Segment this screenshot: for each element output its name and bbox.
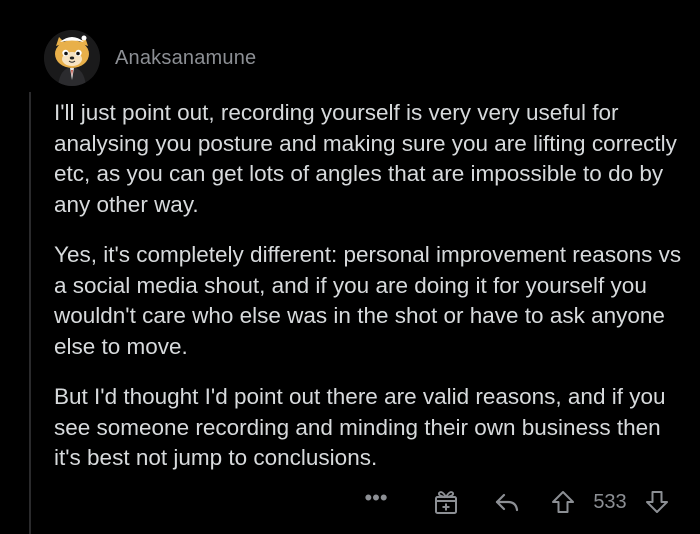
vote-score-value: 533: [593, 490, 627, 513]
vote-score: 533: [586, 486, 634, 518]
comment-paragraph: But I'd thought I'd point out there are …: [54, 384, 666, 470]
comment-header: Anaksanamune: [44, 26, 256, 90]
reply-button[interactable]: [492, 486, 522, 518]
comment-paragraph: Yes, it's completely different: personal…: [54, 242, 682, 359]
upvote-arrow-icon: [552, 491, 574, 513]
comment-body: I'll just point out, recording yourself …: [54, 98, 684, 494]
downvote-button[interactable]: [642, 486, 672, 518]
thread-line: [29, 92, 31, 534]
upvote-button[interactable]: [548, 486, 578, 518]
more-icon: •••: [364, 485, 388, 510]
more-options-button[interactable]: •••: [362, 482, 390, 514]
downvote-arrow-icon: [646, 491, 668, 513]
comment-action-bar: ••• 533: [0, 485, 700, 518]
comment-paragraph: I'll just point out, recording yourself …: [54, 100, 677, 217]
award-button[interactable]: [432, 486, 460, 518]
reply-icon: [495, 493, 519, 512]
snoo-avatar-icon[interactable]: [44, 30, 100, 86]
award-icon: [435, 491, 457, 514]
comment-username[interactable]: Anaksanamune: [115, 47, 256, 70]
